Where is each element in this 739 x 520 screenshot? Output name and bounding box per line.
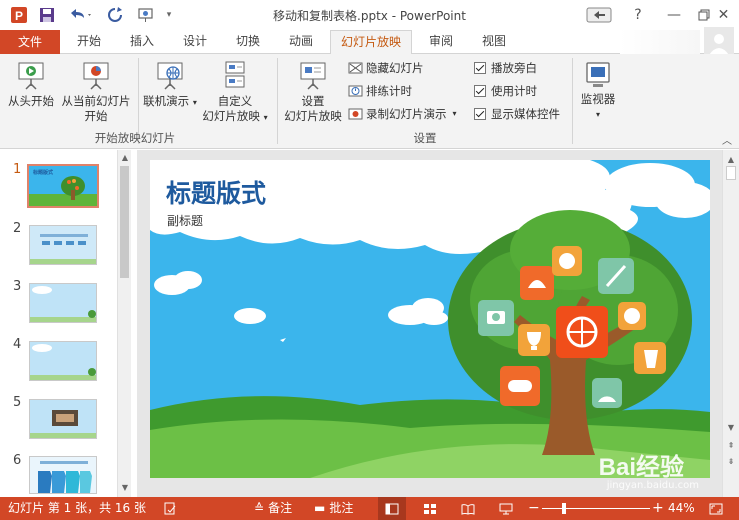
- slideshow-start-icon: [18, 62, 44, 90]
- scroll-down-icon[interactable]: ▼: [725, 422, 737, 434]
- play-narrations-checkbox[interactable]: 播放旁白: [474, 58, 537, 78]
- monitor-icon: [586, 62, 610, 87]
- thumbnail-scrollbar[interactable]: ▲ ▼: [117, 150, 131, 497]
- checkbox-checked[interactable]: [474, 108, 486, 120]
- scroll-thumb[interactable]: [120, 166, 129, 278]
- monitor-button[interactable]: 监视器 ▾: [576, 60, 620, 122]
- previous-slide-icon[interactable]: ⇞: [725, 440, 737, 452]
- powerpoint-window: P ▾ 移动和复制表格.pptx - PowerPoint ? — ✕ 文件 开…: [0, 0, 739, 520]
- scroll-down-icon[interactable]: ▼: [119, 482, 131, 494]
- scroll-thumb[interactable]: [726, 166, 736, 180]
- ribbon-tabs: 文件 开始 插入 设计 切换 动画 幻灯片放映 审阅 视图: [0, 27, 739, 55]
- baidu-watermark: Bai经验: [598, 454, 684, 481]
- zoom-in-icon[interactable]: +: [652, 497, 664, 520]
- present-online-icon: [157, 62, 183, 90]
- checkbox-checked[interactable]: [474, 62, 486, 74]
- from-beginning-button[interactable]: 从头开始: [4, 60, 58, 109]
- slide-sorter-icon[interactable]: [418, 497, 442, 520]
- ribbon-display-options-icon[interactable]: [582, 0, 616, 30]
- next-slide-icon[interactable]: ⇟: [725, 456, 737, 468]
- start-slideshow-group-label: 开始放映幻灯片: [94, 131, 176, 145]
- present-online-button[interactable]: 联机演示 ▾: [142, 60, 198, 110]
- record-slideshow-button[interactable]: 录制幻灯片演示 ▾: [348, 104, 457, 124]
- comments-button[interactable]: ▬ 批注: [314, 497, 353, 520]
- svg-text:标题版式: 标题版式: [32, 169, 53, 176]
- thumbnail-slide-1[interactable]: 标题版式: [27, 164, 99, 208]
- slideshow-current-icon: [83, 62, 109, 90]
- ribbon-panel: 从头开始 从当前幻灯片 开始 联机演示 ▾ 自定义 幻灯片放映 ▾ 开始放映幻灯…: [0, 54, 739, 149]
- thumbnail-number: 6: [13, 453, 22, 468]
- slide-subtitle[interactable]: 副标题: [167, 212, 203, 229]
- fit-slide-icon[interactable]: [704, 497, 728, 520]
- thumbnail-number: 5: [13, 395, 22, 410]
- custom-slideshow-icon: [225, 61, 245, 88]
- thumbnail-number: 1: [13, 162, 22, 177]
- collapse-ribbon-icon[interactable]: ︿: [722, 132, 732, 147]
- zoom-track: [542, 508, 650, 509]
- status-bar: 幻灯片 第 1 张，共 16 张 ≙ 备注 ▬ 批注 − + 44%: [0, 497, 739, 520]
- setup-slideshow-icon: [300, 62, 326, 90]
- notes-icon: ≙: [254, 501, 265, 515]
- watermark-url: jingyan.baidu.com: [606, 480, 699, 491]
- slide-title[interactable]: 标题版式: [166, 174, 266, 210]
- slide-editor: 标题版式 副标题 ▲ ▼ ⇞ ⇟: [137, 150, 739, 497]
- thumbnail-slide-4[interactable]: [29, 341, 97, 381]
- editor-scrollbar[interactable]: ▲ ▼ ⇞ ⇟: [722, 150, 739, 497]
- tab-transitions[interactable]: 切换: [227, 30, 269, 54]
- normal-view-icon[interactable]: [378, 497, 406, 520]
- thumbnail-number: 2: [13, 221, 22, 236]
- comment-icon: ▬: [314, 501, 326, 515]
- hide-slide-button[interactable]: 隐藏幻灯片: [348, 58, 424, 78]
- tab-animations[interactable]: 动画: [280, 30, 322, 54]
- notes-button[interactable]: ≙ 备注: [254, 497, 292, 520]
- from-current-slide-button[interactable]: 从当前幻灯片 开始: [58, 60, 134, 124]
- tab-review[interactable]: 审阅: [420, 30, 462, 54]
- tab-file[interactable]: 文件: [0, 30, 60, 54]
- show-media-controls-checkbox[interactable]: 显示媒体控件: [474, 104, 560, 124]
- zoom-thumb[interactable]: [562, 503, 566, 514]
- close-icon[interactable]: ✕: [708, 0, 739, 30]
- zoom-out-icon[interactable]: −: [528, 497, 540, 520]
- custom-slideshow-button[interactable]: 自定义 幻灯片放映 ▾: [198, 60, 272, 125]
- user-avatar[interactable]: [704, 27, 734, 55]
- setup-group-label: 设置: [413, 131, 437, 145]
- rehearse-timings-button[interactable]: 排练计时: [348, 81, 412, 101]
- account-area: [620, 30, 700, 54]
- zoom-level[interactable]: 44%: [668, 497, 695, 520]
- tab-insert[interactable]: 插入: [121, 30, 163, 54]
- zoom-slider[interactable]: [542, 497, 650, 520]
- spell-check-icon[interactable]: [163, 497, 177, 520]
- scroll-up-icon[interactable]: ▲: [725, 154, 737, 166]
- help-icon[interactable]: ?: [620, 0, 656, 30]
- thumbnail-slide-6[interactable]: [29, 456, 97, 494]
- slideshow-view-icon[interactable]: [494, 497, 518, 520]
- tab-design[interactable]: 设计: [174, 30, 216, 54]
- slide-count: 幻灯片 第 1 张，共 16 张: [8, 501, 146, 515]
- reading-view-icon[interactable]: [456, 497, 480, 520]
- title-bar: P ▾ 移动和复制表格.pptx - PowerPoint ? — ✕: [0, 0, 739, 30]
- thumbnail-slide-2[interactable]: [29, 225, 97, 265]
- current-slide[interactable]: 标题版式 副标题: [150, 160, 710, 478]
- hide-slide-icon: [348, 62, 363, 73]
- thumbnail-number: 3: [13, 279, 22, 294]
- slide-thumbnail-pane: 1 标题版式 2 3 4 5 6 ▲ ▼: [0, 150, 136, 497]
- rehearse-timings-icon: [348, 85, 363, 96]
- tab-home[interactable]: 开始: [68, 30, 110, 54]
- record-slideshow-icon: [348, 108, 363, 119]
- thumbnail-number: 4: [13, 337, 22, 352]
- checkbox-checked[interactable]: [474, 85, 486, 97]
- setup-slideshow-button[interactable]: 设置 幻灯片放映: [281, 60, 345, 124]
- use-timings-checkbox[interactable]: 使用计时: [474, 81, 537, 101]
- tab-slideshow[interactable]: 幻灯片放映: [330, 30, 412, 55]
- group-separator: [277, 58, 278, 144]
- tab-view[interactable]: 视图: [473, 30, 515, 54]
- thumbnail-slide-3[interactable]: [29, 283, 97, 323]
- thumbnail-slide-5[interactable]: [29, 399, 97, 439]
- group-separator: [572, 58, 573, 144]
- scroll-up-icon[interactable]: ▲: [119, 152, 131, 164]
